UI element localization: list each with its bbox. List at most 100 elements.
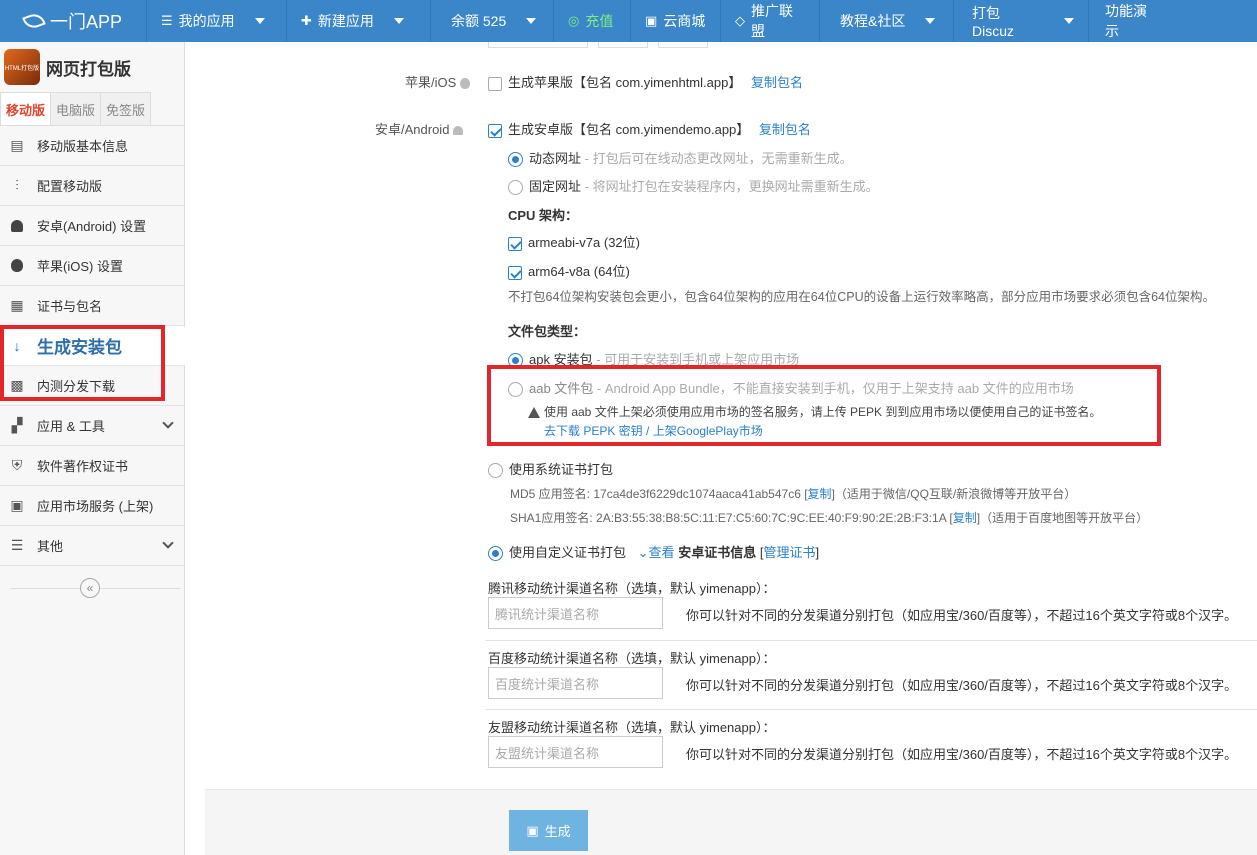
sidebar-item-label: 安卓(Android) 设置 [37,219,147,234]
divider [485,640,1257,641]
main-content: 苹果/iOS 生成苹果版【包名 com.yimenhtml.app】 复制包名 … [185,42,1257,855]
tencent-channel-hint: 你可以针对不同的分发渠道分别打包（如应用宝/360/百度等），不超过16个英文字… [686,608,1238,623]
apple-icon [9,258,25,274]
truncated-control [598,42,648,48]
android-icon [9,218,25,234]
sidebar-item-copyright[interactable]: ⛨ 软件著作权证书 [0,446,184,486]
manage-cert-link[interactable]: 管理证书 [763,545,815,560]
view-cert-link[interactable]: ⌄查看 [638,545,675,560]
tab-unsigned[interactable]: 免签版 [100,92,152,125]
dynamic-url-title: 动态网址 [529,151,582,166]
package-icon: ▣ [526,822,539,838]
plus-icon: ✚ [301,13,312,28]
ios-checkbox[interactable] [488,76,502,91]
umeng-channel-input[interactable]: 友盟统计渠道名称 [488,736,663,768]
system-cert-radio[interactable] [488,463,503,479]
collapse-sidebar-button[interactable]: « [80,578,100,598]
action-footer [205,789,1257,855]
sha1-label: SHA1应用签名: [510,511,597,525]
android-option[interactable]: 生成安卓版【包名 com.yimendemo.app】 复制包名 [488,119,811,138]
view-link-text: 查看 [648,545,675,560]
menu-icon: ☰ [161,13,173,28]
md5-row: MD5 应用签名: 17ca4de3f6229dc1074aaca41ab547… [510,487,1077,501]
md5-value: 17ca4de3f6229dc1074aaca41ab547c6 [593,487,801,501]
copy-md5-link[interactable]: 复制 [808,487,832,501]
nav-affiliate[interactable]: ◇ 推广联盟 [720,0,819,42]
sidebar-item-label: 苹果(iOS) 设置 [37,259,123,274]
system-cert-option[interactable]: 使用系统证书打包 [488,459,613,479]
cert-info-label: 安卓证书信息 [678,545,757,560]
store-icon: ▣ [10,497,24,513]
caret-down-icon [1064,18,1074,24]
umeng-channel-label: 友盟移动统计渠道名称（选填，默认 yimenapp）： [488,720,776,735]
copy-sha1-link[interactable]: 复制 [953,511,977,525]
sidebar: HTML打包版 网页打包版 移动版 电脑版 免签版 ▤ 移动版基本信息 ⫶ 配置… [0,42,194,855]
ios-label: 苹果/iOS [405,75,457,90]
ios-option[interactable]: 生成苹果版【包名 com.yimenhtml.app】 复制包名 [488,72,803,91]
cpu-armv7[interactable]: armeabi-v7a (32位) [508,232,640,251]
cpu-title: CPU 架构： [508,208,579,223]
tencent-channel-input[interactable]: 腾讯统计渠道名称 [488,597,663,629]
sidebar-item-certificate[interactable]: ▦ 证书与包名 [0,286,184,326]
copy-android-package-link[interactable]: 复制包名 [759,122,811,137]
nav-discuz[interactable]: 打包 Discuz [953,0,1088,42]
sidebar-item-basic-info[interactable]: ▤ 移动版基本信息 [0,126,184,166]
umeng-channel-hint: 你可以针对不同的分发渠道分别打包（如应用宝/360/百度等），不超过16个英文字… [686,747,1238,762]
truncated-control [488,42,588,48]
sidebar-item-label: 其他 [37,539,64,554]
md5-note: （适用于微信/QQ互联/新浪微博等开放平台） [834,487,1077,501]
nav-cloud-mall[interactable]: ▣ 云商城 [630,0,720,42]
baidu-channel-input[interactable]: 百度统计渠道名称 [488,667,663,699]
nav-new-app[interactable]: ✚ 新建应用 [286,0,430,42]
nav-tutorial[interactable]: 教程&社区 [819,0,953,42]
nav-demo-label: 功能演示 [1105,3,1147,39]
sidebar-item-android[interactable]: 安卓(Android) 设置 [0,206,184,246]
custom-cert-option[interactable]: 使用自定义证书打包 ⌄查看 安卓证书信息 [管理证书] [488,542,819,562]
brand-name: 一门APP [49,12,123,32]
nav-recharge[interactable]: ◎ 充值 [553,0,630,42]
apple-icon [460,78,471,90]
fixed-url-radio[interactable] [508,180,523,196]
arm64-checkbox[interactable] [508,265,522,280]
baidu-channel-label: 百度移动统计渠道名称（选填，默认 yimenapp）： [488,651,776,666]
dynamic-url-radio[interactable] [508,152,523,168]
sidebar-item-configure[interactable]: ⫶ 配置移动版 [0,166,184,206]
document-icon: ▤ [10,137,24,153]
sidebar-item-other[interactable]: ☰ 其他 [0,526,184,566]
md5-label: MD5 应用签名: [510,487,594,501]
android-checkbox[interactable] [488,123,502,138]
sidebar-item-label: 证书与包名 [37,299,103,314]
cpu-arm64[interactable]: arm64-v8a (64位) [508,261,630,280]
sidebar-item-label: 配置移动版 [37,179,103,194]
sidebar-item-store[interactable]: ▣ 应用市场服务 (上架) [0,486,184,526]
nav-balance[interactable]: 余额 525 [430,0,553,42]
nav-my-apps-label: 我的应用 [178,13,235,29]
generate-button[interactable]: ▣ 生成 [509,810,588,851]
arm64-label: arm64-v8a (64位) [528,264,630,279]
brand-logo[interactable]: 一门APP [0,0,146,42]
chevron-down-icon [162,537,174,549]
fixed-url-title: 固定网址 [529,179,582,194]
shield-icon: ⛨ [11,457,23,473]
sidebar-item-tools[interactable]: ▞ 应用 & 工具 [0,406,184,446]
tab-desktop[interactable]: 电脑版 [50,92,102,125]
nav-discuz-label: 打包 Discuz [972,5,1015,39]
nav-my-apps[interactable]: ☰ 我的应用 [146,0,286,42]
caret-down-icon [393,18,404,24]
nav-new-app-label: 新建应用 [317,13,374,29]
copy-ios-package-link[interactable]: 复制包名 [751,75,803,90]
tab-mobile[interactable]: 移动版 [0,92,52,125]
divider [485,709,1257,710]
url-mode-fixed[interactable]: 固定网址 - 将网址打包在安装程序内，更换网址需重新生成。 [508,176,879,196]
nav-demo[interactable]: 功能演示 [1088,0,1168,42]
sidebar-item-ios[interactable]: 苹果(iOS) 设置 [0,246,184,286]
armv7-label: armeabi-v7a (32位) [528,235,640,250]
version-tabs: 移动版 电脑版 免签版 [0,92,184,126]
url-mode-dynamic[interactable]: 动态网址 - 打包后可在线动态更改网址，无需重新生成。 [508,148,853,168]
armv7-checkbox[interactable] [508,236,522,251]
sidebar-item-label: 软件著作权证书 [37,459,129,474]
cart-icon: ▣ [645,13,658,28]
custom-cert-radio[interactable] [488,546,503,562]
chevron-down-icon [162,417,174,429]
nav-tutorial-label: 教程&社区 [840,13,906,29]
